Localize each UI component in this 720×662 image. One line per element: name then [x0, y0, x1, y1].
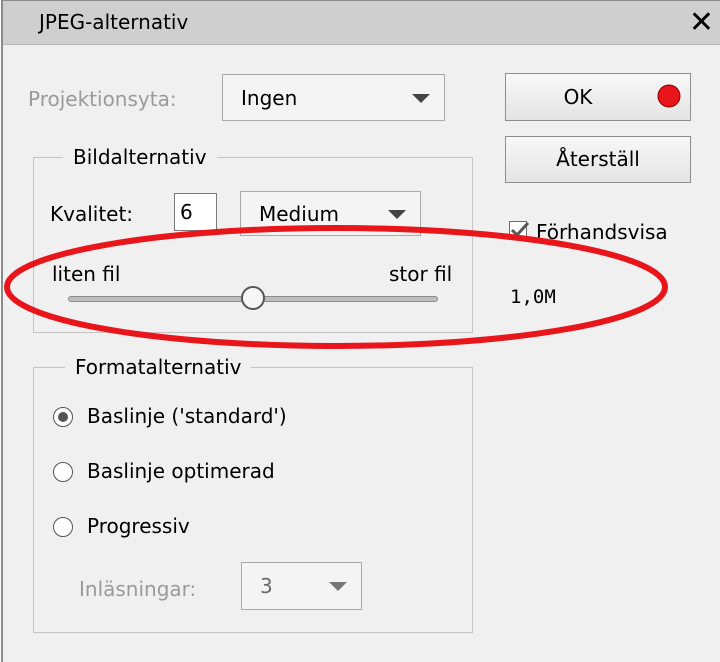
quality-input[interactable]: 6: [174, 193, 217, 231]
slider-min-label: liten fil: [52, 262, 121, 286]
chevron-down-icon: [412, 93, 430, 103]
scans-label: Inläsningar:: [79, 577, 197, 601]
chevron-down-icon: [329, 582, 347, 591]
reset-button-label: Återställ: [556, 147, 640, 171]
preview-checkbox[interactable]: [509, 221, 530, 239]
reset-button[interactable]: Återställ: [505, 136, 691, 183]
close-icon[interactable]: ✕: [689, 5, 714, 40]
quality-slider-thumb[interactable]: [241, 286, 265, 310]
file-size-readout: 1,0M: [510, 286, 556, 308]
radio-baseline-optimized-label: Baslinje optimerad: [87, 459, 275, 483]
scans-value: 3: [260, 574, 273, 598]
radio-selected-dot: [58, 412, 68, 422]
title-bar[interactable]: JPEG-alternativ ✕: [3, 1, 720, 45]
radio-baseline-optimized[interactable]: [53, 462, 73, 482]
quality-preset-dropdown[interactable]: Medium: [240, 191, 421, 236]
projection-dropdown[interactable]: Ingen: [222, 74, 445, 121]
dialog-title: JPEG-alternativ: [39, 10, 189, 34]
radio-baseline-standard[interactable]: [53, 407, 73, 427]
radio-progressive-label: Progressiv: [87, 514, 190, 538]
projection-label: Projektionsyta:: [28, 87, 177, 111]
radio-progressive[interactable]: [53, 517, 73, 537]
radio-baseline-standard-label: Baslinje ('standard'): [87, 404, 287, 428]
checkmark-icon: [510, 221, 530, 238]
scans-dropdown[interactable]: 3: [241, 562, 362, 610]
quality-label: Kvalitet:: [50, 202, 134, 226]
projection-value: Ingen: [241, 85, 298, 110]
quality-preset-value: Medium: [259, 201, 339, 226]
format-options-legend: Formatalternativ: [65, 355, 252, 379]
ok-button-label: OK: [563, 85, 593, 109]
ok-button[interactable]: OK: [505, 73, 691, 121]
image-options-legend: Bildalternativ: [63, 145, 217, 169]
slider-max-label: stor fil: [389, 262, 453, 286]
preview-label: Förhandsvisa: [536, 220, 668, 244]
chevron-down-icon: [388, 209, 406, 219]
